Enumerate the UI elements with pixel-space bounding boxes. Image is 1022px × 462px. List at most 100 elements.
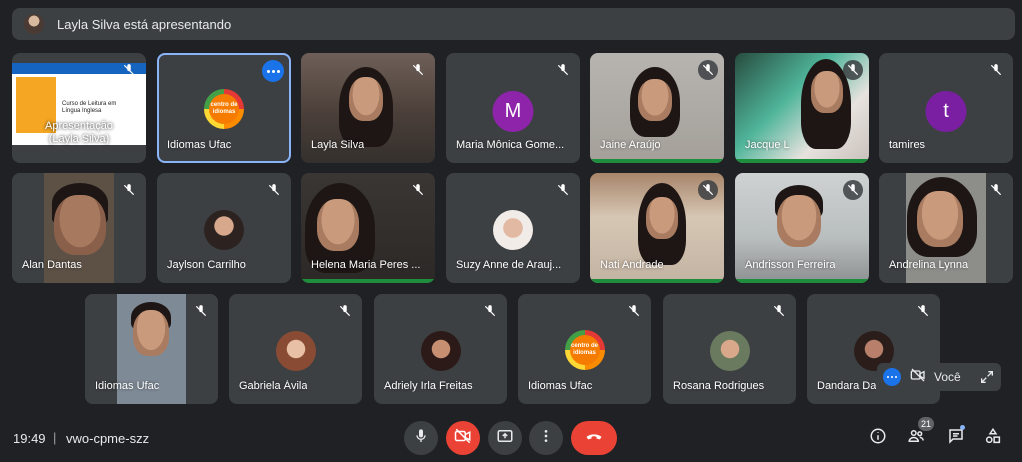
participant-name: Maria Mônica Gome...	[456, 139, 565, 151]
clock: 19:49	[13, 431, 46, 446]
self-view-label: Você	[934, 370, 961, 384]
mic-off-icon	[121, 62, 137, 78]
speaking-indicator	[301, 279, 435, 283]
participant-name: Idiomas Ufac	[528, 380, 593, 392]
camera-off-icon	[910, 367, 926, 388]
speaking-indicator	[590, 159, 724, 163]
chat-button[interactable]	[946, 428, 966, 448]
participants-button[interactable]	[906, 428, 926, 448]
participant-name: Layla Silva	[311, 139, 365, 151]
participant-avatar	[420, 331, 461, 371]
participant-name: Dandara Da	[817, 380, 877, 392]
present-screen-button[interactable]	[488, 421, 522, 455]
more-vert-icon	[538, 428, 554, 449]
participant-avatar	[493, 210, 533, 250]
tile-participant[interactable]: Layla Silva	[301, 53, 435, 163]
presenting-banner: Layla Silva está apresentando	[12, 8, 1015, 40]
separator: |	[53, 430, 57, 445]
more-options-button[interactable]	[529, 421, 563, 455]
tile-participant[interactable]: Rosana Rodrigues	[663, 294, 796, 404]
speaking-indicator	[735, 159, 869, 163]
tile-participant[interactable]: Adriely Irla Freitas	[374, 294, 507, 404]
mic-off-icon	[555, 62, 571, 78]
camera-off-icon	[454, 427, 472, 450]
info-icon	[869, 427, 887, 450]
expand-icon[interactable]	[979, 369, 995, 390]
participant-name: Helena Maria Peres ...	[311, 259, 421, 271]
tile-participant[interactable]: Alan Dantas	[12, 173, 146, 283]
presenting-label: Layla Silva está apresentando	[57, 16, 232, 32]
mic-off-icon	[988, 62, 1004, 78]
participant-name: Jacque L	[745, 139, 790, 151]
tile-participant[interactable]: Gabriela Ávila	[229, 294, 362, 404]
shapes-icon	[984, 427, 1002, 450]
mic-off-icon	[410, 182, 426, 198]
mic-off-icon	[915, 303, 931, 319]
tile-participant[interactable]: Helena Maria Peres ...	[301, 173, 435, 283]
mic-off-icon	[698, 60, 718, 80]
mic-off-icon	[266, 182, 282, 198]
bottom-toolbar: 19:49 | vwo-cpme-szz	[0, 412, 1022, 462]
participant-avatar	[204, 210, 244, 250]
more-options-button[interactable]	[262, 60, 284, 82]
tile-participant[interactable]: Suzy Anne de Arauj...	[446, 173, 580, 283]
mic-off-icon	[843, 180, 863, 200]
mic-off-icon	[626, 303, 642, 319]
self-view-tile[interactable]: Você	[877, 363, 1001, 391]
participant-name: Andrelina Lynna	[889, 259, 969, 271]
participant-name: tamires	[889, 139, 926, 151]
activities-button[interactable]	[983, 427, 1003, 450]
participant-name: Idiomas Ufac	[95, 380, 160, 392]
participant-name: Gabriela Ávila	[239, 380, 308, 392]
tile-participant[interactable]: Idiomas Ufac	[85, 294, 218, 404]
participant-name: Apresentação (Layla Silva)	[45, 120, 113, 145]
tile-participant[interactable]: t tamires	[879, 53, 1013, 163]
tile-participant[interactable]: Nati Andrade	[590, 173, 724, 283]
tile-participant[interactable]: Jaine Araújo	[590, 53, 724, 163]
mic-off-icon	[337, 303, 353, 319]
mic-off-icon	[482, 303, 498, 319]
participant-avatar	[275, 331, 316, 371]
leave-call-button[interactable]	[571, 421, 617, 455]
meeting-code: vwo-cpme-szz	[66, 431, 150, 446]
participant-avatar: t	[925, 91, 967, 132]
mic-off-icon	[193, 303, 209, 319]
tile-participant[interactable]: Andrisson Ferreira	[735, 173, 869, 283]
mic-icon	[413, 428, 429, 449]
mic-off-icon	[988, 182, 1004, 198]
participant-name: Rosana Rodrigues	[673, 380, 765, 392]
slide-title: Curso de Leitura em Língua Inglesa	[62, 101, 117, 114]
speaking-indicator	[590, 279, 724, 283]
chat-notification-dot	[960, 425, 965, 430]
participant-name: Nati Andrade	[600, 259, 664, 271]
tile-participant[interactable]: Jacque L	[735, 53, 869, 163]
call-end-icon	[584, 426, 604, 451]
tile-presentation[interactable]: Curso de Leitura em Língua Inglesa Apres…	[12, 53, 146, 163]
present-icon	[496, 427, 514, 450]
centro-idiomas-logo: centro de idiomas	[564, 330, 605, 370]
tile-participant[interactable]: Jaylson Carrilho	[157, 173, 291, 283]
mic-off-icon	[555, 182, 571, 198]
centro-idiomas-logo: centro de idiomas	[204, 89, 244, 129]
mic-off-icon	[843, 60, 863, 80]
participant-name: Jaine Araújo	[600, 139, 661, 151]
tile-participant[interactable]: centro de idiomas Idiomas Ufac	[157, 53, 291, 163]
mic-toggle-button[interactable]	[404, 421, 438, 455]
camera-toggle-button[interactable]	[446, 421, 480, 455]
presenter-avatar	[24, 14, 44, 34]
tile-participant[interactable]: centro de idiomas Idiomas Ufac	[518, 294, 651, 404]
tile-participant[interactable]: Andrelina Lynna	[879, 173, 1013, 283]
participant-name: Andrisson Ferreira	[745, 259, 836, 271]
speaking-indicator	[735, 279, 869, 283]
meeting-details-button[interactable]	[868, 428, 888, 448]
participant-name: Adriely Irla Freitas	[384, 380, 473, 392]
self-options-button[interactable]	[883, 368, 901, 386]
participant-name: Alan Dantas	[22, 259, 82, 271]
participant-name: Jaylson Carrilho	[167, 259, 246, 271]
mic-off-icon	[771, 303, 787, 319]
participant-avatar	[709, 331, 750, 371]
tile-participant[interactable]: M Maria Mônica Gome...	[446, 53, 580, 163]
participant-name: Idiomas Ufac	[167, 139, 232, 151]
mic-off-icon	[410, 62, 426, 78]
mic-off-icon	[698, 180, 718, 200]
